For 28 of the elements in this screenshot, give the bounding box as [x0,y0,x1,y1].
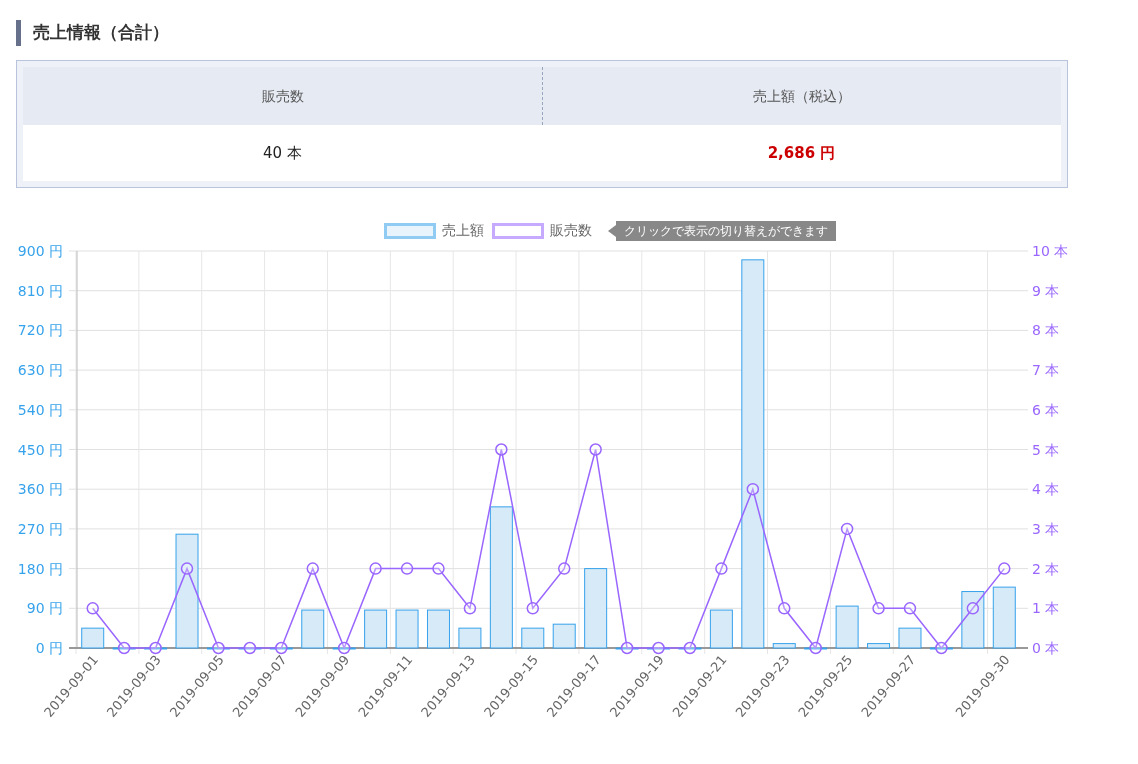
y-axis-label: 360 円 [17,481,63,498]
y-axis-label: 90 円 [26,600,63,617]
y-axis-label: 8 本 [1032,322,1060,339]
table-header: 売上額（税込） [542,67,1061,125]
y-axis-label: 0 円 [35,640,63,656]
y-axis-label: 9 本 [1032,282,1060,299]
y-axis-label: 720 円 [17,322,63,339]
y-axis-label: 0 本 [1032,640,1060,656]
y-axis-label: 2 本 [1032,560,1060,577]
y-axis-label: 450 円 [17,441,63,458]
y-axis-label: 810 円 [17,282,63,299]
y-axis-label: 1 本 [1032,600,1060,617]
legend-hint: クリックで表示の切り替えができます [616,220,836,241]
y-axis-label: 5 本 [1032,441,1060,458]
y-axis-label: 900 円 [17,243,63,259]
y-axis-label: 10 本 [1032,243,1069,259]
table-cell-text: 40 本 [262,142,303,164]
y-axis-label: 4 本 [1032,481,1060,498]
table-cell-text: 2,686 円 [766,142,837,164]
y-axis-label: 6 本 [1032,401,1060,418]
y-axis-label: 180 円 [17,560,63,577]
y-axis-label: 270 円 [17,520,63,537]
y-axis-label: 3 本 [1032,520,1060,537]
y-axis-label: 630 円 [17,362,63,379]
y-axis-label: 7 本 [1032,362,1060,379]
table-header: 販売数 [23,67,542,125]
y-axis-label: 540 円 [17,401,63,418]
section-title: 売上情報（合計） [33,21,169,45]
